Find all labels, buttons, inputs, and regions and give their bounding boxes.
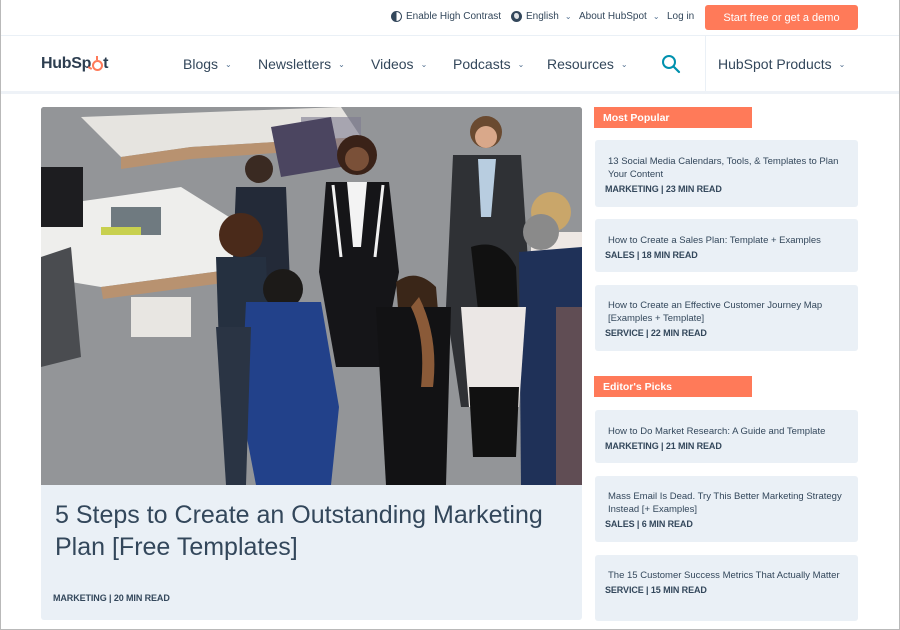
chevron-down-icon: ⌄	[838, 59, 846, 69]
article-title: The 15 Customer Success Metrics That Act…	[608, 570, 840, 581]
login-label: Log in	[667, 11, 695, 22]
nav-divider	[705, 36, 706, 91]
most-popular-item[interactable]: How to Create an Effective Customer Jour…	[595, 285, 858, 351]
article-title: How to Do Market Research: A Guide and T…	[608, 426, 826, 437]
nav-item-resources[interactable]: Resources ⌄	[547, 56, 628, 72]
chevron-down-icon: ⌄	[564, 12, 572, 21]
nav-item-podcasts[interactable]: Podcasts ⌄	[453, 56, 524, 72]
chevron-down-icon: ⌄	[338, 59, 345, 69]
editors-pick-item[interactable]: The 15 Customer Success Metrics That Act…	[595, 555, 858, 621]
article-meta: SERVICE | 15 MIN READ	[605, 585, 707, 595]
article-meta: SERVICE | 22 MIN READ	[605, 328, 707, 338]
hubspot-logo[interactable]: HubSp t	[41, 55, 108, 73]
about-hubspot-menu[interactable]: About HubSpot ⌄	[579, 11, 660, 22]
most-popular-heading: Most Popular	[594, 107, 752, 128]
about-label: About HubSpot	[579, 11, 647, 22]
featured-article-card[interactable]: 5 Steps to Create an Outstanding Marketi…	[41, 107, 582, 620]
article-meta: MARKETING | 21 MIN READ	[605, 441, 722, 451]
search-icon[interactable]	[661, 54, 681, 74]
nav-item-blogs[interactable]: Blogs ⌄	[183, 56, 232, 72]
utility-bar: Enable High Contrast English ⌄ About Hub…	[0, 0, 900, 36]
most-popular-item[interactable]: How to Create a Sales Plan: Template + E…	[595, 219, 858, 272]
logo-text: HubSp	[41, 55, 92, 72]
featured-article-meta: MARKETING | 20 MIN READ	[53, 593, 170, 603]
nav-label: Resources	[547, 56, 614, 72]
sprocket-icon	[91, 55, 103, 71]
globe-icon	[511, 11, 522, 22]
logo-text-end: t	[103, 55, 109, 72]
featured-article-title[interactable]: 5 Steps to Create an Outstanding Marketi…	[55, 499, 565, 563]
article-title: How to Create a Sales Plan: Template + E…	[608, 235, 821, 246]
article-title: 13 Social Media Calendars, Tools, & Temp…	[608, 156, 839, 180]
article-meta: SALES | 18 MIN READ	[605, 250, 698, 260]
article-title: Mass Email Is Dead. Try This Better Mark…	[608, 491, 842, 515]
chevron-down-icon: ⌄	[225, 59, 232, 69]
chevron-down-icon: ⌄	[620, 59, 628, 69]
language-label: English	[526, 11, 559, 22]
chevron-down-icon: ⌄	[652, 12, 660, 21]
nav-label: Videos	[371, 56, 414, 72]
login-link[interactable]: Log in	[667, 11, 694, 22]
featured-article-image	[41, 107, 582, 485]
most-popular-item[interactable]: 13 Social Media Calendars, Tools, & Temp…	[595, 140, 858, 207]
chevron-down-icon: ⌄	[420, 59, 428, 69]
editors-pick-item[interactable]: Mass Email Is Dead. Try This Better Mark…	[595, 476, 858, 542]
nav-item-videos[interactable]: Videos ⌄	[371, 56, 427, 72]
editors-pick-item[interactable]: How to Do Market Research: A Guide and T…	[595, 410, 858, 463]
article-meta: SALES | 6 MIN READ	[605, 519, 693, 529]
article-meta: MARKETING | 23 MIN READ	[605, 184, 722, 194]
nav-label: Podcasts	[453, 56, 511, 72]
language-selector[interactable]: English ⌄	[511, 11, 572, 22]
nav-item-hubspot-products[interactable]: HubSpot Products ⌄	[718, 56, 845, 72]
start-free-demo-button[interactable]: Start free or get a demo	[705, 5, 858, 30]
nav-label: Newsletters	[258, 56, 332, 72]
chevron-down-icon: ⌄	[517, 59, 525, 69]
editors-picks-heading: Editor's Picks	[594, 376, 752, 397]
nav-item-newsletters[interactable]: Newsletters ⌄	[258, 56, 345, 72]
nav-label: HubSpot Products	[718, 56, 832, 72]
article-title: How to Create an Effective Customer Jour…	[608, 300, 823, 324]
high-contrast-label: Enable High Contrast	[406, 11, 502, 22]
contrast-icon	[391, 11, 402, 22]
main-nav: HubSp t Blogs ⌄ Newsletters ⌄ Videos ⌄ Po…	[0, 36, 900, 94]
nav-label: Blogs	[183, 56, 219, 72]
high-contrast-toggle[interactable]: Enable High Contrast	[391, 11, 501, 22]
